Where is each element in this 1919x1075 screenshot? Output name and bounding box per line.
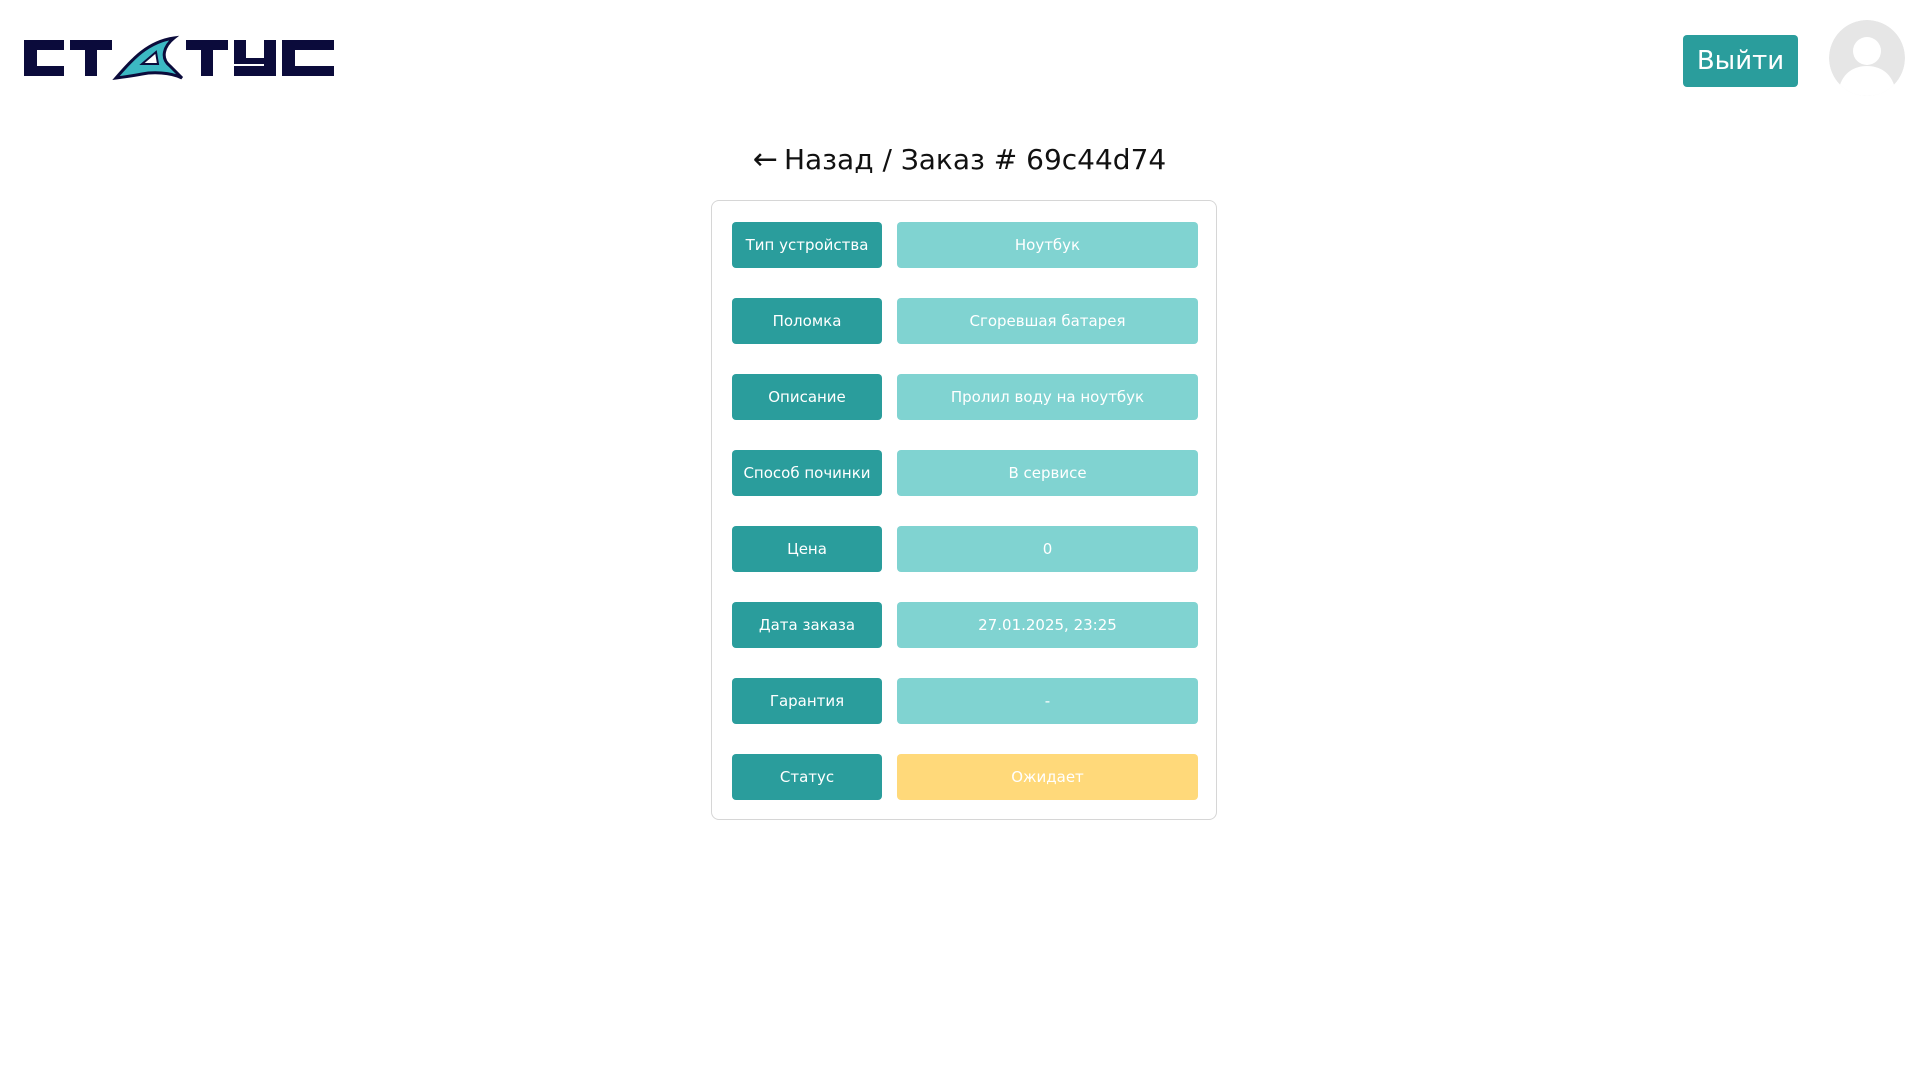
field-label: Гарантия: [732, 678, 882, 724]
field-value: Сгоревшая батарея: [897, 298, 1198, 344]
field-value: В сервисе: [897, 450, 1198, 496]
status-badge: Ожидает: [897, 754, 1198, 800]
field-row-breakdown: Поломка Сгоревшая батарея: [732, 298, 1198, 344]
field-label: Тип устройства: [732, 222, 882, 268]
breadcrumb-separator: /: [882, 143, 892, 176]
field-row-device-type: Тип устройства Ноутбук: [732, 222, 1198, 268]
field-value: 0: [897, 526, 1198, 572]
field-row-warranty: Гарантия -: [732, 678, 1198, 724]
logout-button[interactable]: Выйти: [1683, 35, 1798, 87]
brand-logo[interactable]: [24, 34, 334, 82]
field-row-status: Статус Ожидает: [732, 754, 1198, 800]
field-label: Поломка: [732, 298, 882, 344]
logo-graphic: [24, 35, 334, 80]
field-label: Статус: [732, 754, 882, 800]
arrow-left-icon: ←: [752, 142, 778, 177]
page: Выйти ← Назад / Заказ # 69c44d74 Тип устр…: [0, 0, 1919, 1075]
field-label: Описание: [732, 374, 882, 420]
field-label: Цена: [732, 526, 882, 572]
field-label: Способ починки: [732, 450, 882, 496]
field-value: Ноутбук: [897, 222, 1198, 268]
field-row-description: Описание Пролил воду на ноутбук: [732, 374, 1198, 420]
breadcrumb: ← Назад / Заказ # 69c44d74: [0, 138, 1919, 182]
back-label: Назад: [783, 143, 874, 176]
field-value: 27.01.2025, 23:25: [897, 602, 1198, 648]
order-title: Заказ # 69c44d74: [900, 143, 1167, 176]
user-avatar-icon[interactable]: [1829, 20, 1905, 96]
field-row-repair-method: Способ починки В сервисе: [732, 450, 1198, 496]
field-label: Дата заказа: [732, 602, 882, 648]
field-row-price: Цена 0: [732, 526, 1198, 572]
field-value: -: [897, 678, 1198, 724]
order-details-card: Тип устройства Ноутбук Поломка Сгоревшая…: [711, 200, 1217, 820]
field-value: Пролил воду на ноутбук: [897, 374, 1198, 420]
back-link[interactable]: ← Назад: [753, 142, 883, 177]
field-row-order-date: Дата заказа 27.01.2025, 23:25: [732, 602, 1198, 648]
